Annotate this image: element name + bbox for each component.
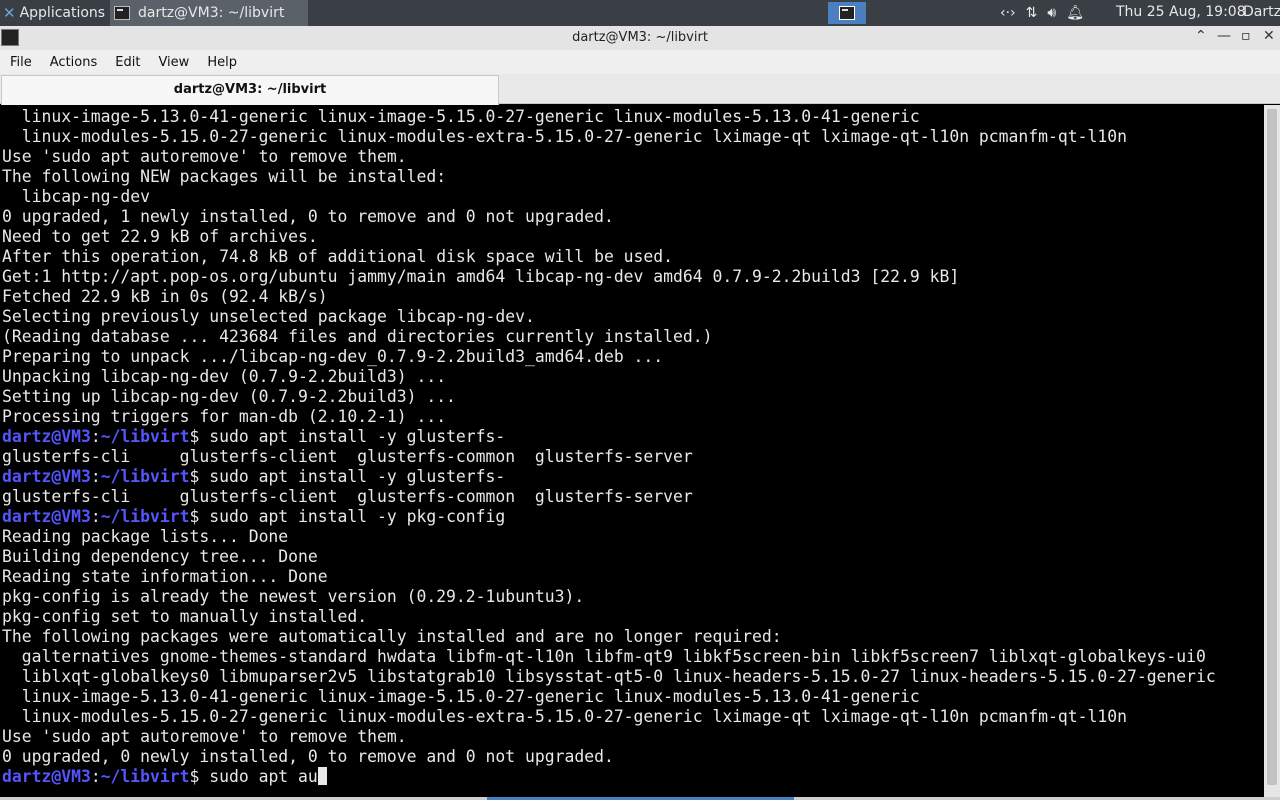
- menu-bar: File Actions Edit View Help: [0, 50, 1280, 74]
- prompt-separator: :: [90, 427, 101, 446]
- terminal-lines: linux-image-5.13.0-41-generic linux-imag…: [2, 107, 1216, 787]
- terminal-output-line: Use 'sudo apt autoremove' to remove them…: [2, 147, 407, 166]
- system-tray: ‹·› ⇅ 🔊︎ 🔔︎: [1000, 0, 1084, 26]
- maximize-icon[interactable]: ⌃: [1195, 28, 1207, 44]
- window-titlebar[interactable]: dartz@VM3: ~/libvirt ⌃ — ▫ ✕: [0, 26, 1280, 50]
- menu-help[interactable]: Help: [207, 55, 237, 70]
- prompt-path: ~/libvirt: [100, 507, 190, 526]
- terminal-output-line: galternatives gnome-themes-standard hwda…: [2, 647, 1206, 666]
- terminal-output[interactable]: linux-image-5.13.0-41-generic linux-imag…: [0, 105, 1264, 797]
- terminal-output-line: glusterfs-cli glusterfs-client glusterfs…: [2, 447, 693, 466]
- terminal-output-line: Reading package lists... Done: [2, 527, 289, 546]
- terminal-output-line: Use 'sudo apt autoremove' to remove them…: [2, 727, 407, 746]
- command-text: $ sudo apt install -y glusterfs-: [189, 427, 506, 446]
- taskbar-window-title: dartz@VM3: ~/libvirt: [138, 5, 285, 21]
- tab-bar: dartz@VM3: ~/libvirt: [0, 74, 1280, 105]
- prompt-user: dartz@VM3: [2, 767, 91, 786]
- terminal-output-line: Unpacking libcap-ng-dev (0.7.9-2.2build3…: [2, 367, 447, 386]
- prompt-path: ~/libvirt: [100, 767, 190, 786]
- command-text: $ sudo apt install -y glusterfs-: [189, 467, 506, 486]
- taskbar-window-button[interactable]: dartz@VM3: ~/libvirt: [110, 0, 308, 26]
- prompt-path: ~/libvirt: [100, 427, 190, 446]
- terminal-output-line: Building dependency tree... Done: [2, 547, 318, 566]
- terminal-output-line: linux-image-5.13.0-41-generic linux-imag…: [2, 107, 920, 126]
- notification-bell-icon[interactable]: 🔔︎: [1066, 5, 1084, 21]
- prompt-user: dartz@VM3: [2, 507, 91, 526]
- terminal-output-line: glusterfs-cli glusterfs-client glusterfs…: [2, 487, 693, 506]
- volume-icon[interactable]: 🔊︎: [1047, 5, 1056, 21]
- prompt-separator: :: [90, 507, 101, 526]
- menu-view[interactable]: View: [158, 55, 189, 70]
- minimize-icon[interactable]: —: [1217, 28, 1231, 44]
- terminal-scrollbar[interactable]: [1264, 105, 1280, 797]
- command-text: $ sudo apt au: [189, 767, 318, 786]
- terminal-output-line: Processing triggers for man-db (2.10.2-1…: [2, 407, 447, 426]
- applications-label: Applications: [19, 5, 106, 21]
- terminal-output-line: Selecting previously unselected package …: [2, 307, 535, 326]
- terminal-output-line: pkg-config set to manually installed.: [2, 607, 368, 626]
- menu-file[interactable]: File: [10, 55, 32, 70]
- terminal-output-line: Get:1 http://apt.pop-os.org/ubuntu jammy…: [2, 267, 960, 286]
- prompt-user: dartz@VM3: [2, 467, 91, 486]
- terminal-output-line: The following NEW packages will be insta…: [2, 167, 447, 186]
- prompt-user: dartz@VM3: [2, 427, 91, 446]
- terminal-command-line: dartz@VM3:~/libvirt$ sudo apt install -y…: [2, 427, 1216, 447]
- terminal-command-line: dartz@VM3:~/libvirt$ sudo apt install -y…: [2, 467, 1216, 487]
- xfce-logo-icon: ✕: [3, 4, 16, 22]
- terminal-output-line: Fetched 22.9 kB in 0s (92.4 kB/s): [2, 287, 328, 306]
- terminal-icon: [114, 6, 130, 20]
- terminal-output-line: 0 upgraded, 1 newly installed, 0 to remo…: [2, 207, 614, 226]
- terminal-output-line: 0 upgraded, 0 newly installed, 0 to remo…: [2, 747, 614, 766]
- terminal-output-line: Setting up libcap-ng-dev (0.7.9-2.2build…: [2, 387, 456, 406]
- terminal-icon: [839, 6, 855, 20]
- user-menu[interactable]: Dartz: [1243, 4, 1280, 20]
- menu-actions[interactable]: Actions: [50, 55, 98, 70]
- terminal-output-line: libcap-ng-dev: [2, 187, 151, 206]
- terminal-output-line: Preparing to unpack .../libcap-ng-dev_0.…: [2, 347, 664, 366]
- terminal-command-line: dartz@VM3:~/libvirt$ sudo apt au: [2, 767, 1216, 787]
- clock[interactable]: Thu 25 Aug, 19:08: [1116, 4, 1246, 20]
- close-icon[interactable]: ✕: [1263, 28, 1275, 44]
- top-panel: ✕ Applications dartz@VM3: ~/libvirt ‹·› …: [0, 0, 1280, 26]
- applications-menu[interactable]: ✕ Applications: [0, 0, 108, 26]
- terminal-output-line: Need to get 22.9 kB of archives.: [2, 227, 318, 246]
- terminal-output-line: linux-image-5.13.0-41-generic linux-imag…: [2, 687, 920, 706]
- terminal-output-line: (Reading database ... 423684 files and d…: [2, 327, 713, 346]
- window-title: dartz@VM3: ~/libvirt: [572, 30, 708, 45]
- terminal-output-line: pkg-config is already the newest version…: [2, 587, 585, 606]
- menu-edit[interactable]: Edit: [115, 55, 140, 70]
- text-cursor: [317, 767, 327, 785]
- command-text: $ sudo apt install -y pkg-config: [189, 507, 506, 526]
- restore-icon[interactable]: ▫: [1241, 28, 1251, 44]
- prompt-separator: :: [90, 467, 101, 486]
- terminal-tab[interactable]: dartz@VM3: ~/libvirt: [1, 75, 499, 105]
- terminal-output-line: liblxqt-globalkeys0 libmuparser2v5 libst…: [2, 667, 1216, 686]
- transfer-icon[interactable]: ⇅: [1026, 5, 1038, 21]
- prompt-separator: :: [90, 767, 101, 786]
- workspace-switcher[interactable]: [828, 2, 866, 24]
- terminal-command-line: dartz@VM3:~/libvirt$ sudo apt install -y…: [2, 507, 1216, 527]
- prompt-path: ~/libvirt: [100, 467, 190, 486]
- terminal-output-line: linux-modules-5.15.0-27-generic linux-mo…: [2, 707, 1127, 726]
- terminal-output-line: After this operation, 74.8 kB of additio…: [2, 247, 674, 266]
- terminal-output-line: The following packages were automaticall…: [2, 627, 782, 646]
- terminal-output-line: linux-modules-5.15.0-27-generic linux-mo…: [2, 127, 1127, 146]
- terminal-output-line: Reading state information... Done: [2, 567, 328, 586]
- scrollbar-thumb[interactable]: [1267, 109, 1277, 785]
- network-icon[interactable]: ‹·›: [1000, 5, 1016, 21]
